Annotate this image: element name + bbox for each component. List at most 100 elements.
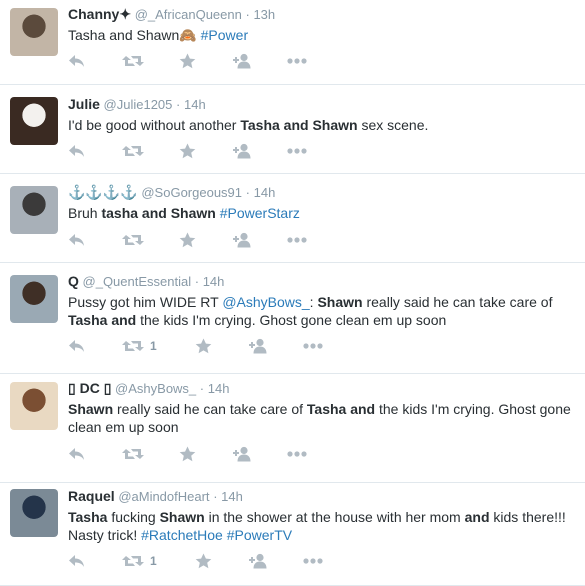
- text-segment: fucking: [107, 509, 160, 525]
- retweet-icon[interactable]: 1: [122, 337, 157, 355]
- retweet-icon[interactable]: [122, 231, 144, 249]
- separator-dot: ·: [199, 381, 205, 396]
- highlighted-term: Shawn: [68, 401, 114, 417]
- avatar[interactable]: [10, 97, 58, 145]
- highlighted-term: Tasha: [68, 509, 108, 525]
- text-segment: I'd be good without another: [68, 117, 241, 133]
- avatar[interactable]: [10, 8, 58, 56]
- more-icon[interactable]: [287, 445, 307, 463]
- tweet-header: Julie @Julie1205 · 14h: [68, 95, 575, 114]
- text-segment: Pussy got him WIDE RT: [68, 294, 223, 310]
- tweet-feed: Channy✦ @_AfricanQueenn · 13h Tasha and S…: [0, 0, 585, 586]
- follow-icon[interactable]: [233, 52, 253, 70]
- star-icon[interactable]: [179, 231, 196, 249]
- user-handle[interactable]: @_QuentEssential: [83, 274, 192, 289]
- highlighted-term: Shawn: [159, 509, 205, 525]
- tweet-content: Julie @Julie1205 · 14h I'd be good withou…: [68, 95, 575, 134]
- follow-icon[interactable]: [249, 552, 269, 570]
- text-segment: in the shower at the house with her mom: [204, 509, 465, 525]
- reply-icon[interactable]: [68, 142, 86, 160]
- tweet-text: Pussy got him WIDE RT @AshyBows_: Shawn …: [68, 293, 575, 329]
- tweet-timestamp[interactable]: 14h: [208, 381, 230, 396]
- separator-dot: ·: [245, 7, 250, 22]
- tweet-content: Channy✦ @_AfricanQueenn · 13h Tasha and S…: [68, 5, 575, 44]
- retweet-count: 1: [150, 554, 157, 568]
- user-fullname[interactable]: Q: [68, 273, 79, 289]
- follow-icon[interactable]: [233, 231, 253, 249]
- avatar[interactable]: [10, 489, 58, 537]
- user-handle[interactable]: @AshyBows_: [115, 381, 196, 396]
- tweet-text: Tasha fucking Shawn in the shower at the…: [68, 508, 575, 544]
- hashtag-link[interactable]: #Power: [201, 27, 248, 43]
- user-fullname[interactable]: ▯ DC ▯: [68, 380, 111, 396]
- tweet-content: Q @_QuentEssential · 14h Pussy got him WI…: [68, 272, 575, 329]
- tweet[interactable]: ⚓⚓⚓⚓ @SoGorgeous91 · 14h Bruh tasha and S…: [0, 174, 585, 263]
- tweet-header: ▯ DC ▯ @AshyBows_ · 14h: [68, 379, 575, 398]
- more-icon[interactable]: [303, 337, 323, 355]
- highlighted-term: and: [464, 509, 490, 525]
- reply-icon[interactable]: [68, 552, 86, 570]
- more-icon[interactable]: [287, 142, 307, 160]
- avatar[interactable]: [10, 382, 58, 430]
- star-icon[interactable]: [195, 552, 212, 570]
- retweet-icon[interactable]: 1: [122, 552, 157, 570]
- user-handle[interactable]: @aMindofHeart: [118, 489, 209, 504]
- reply-icon[interactable]: [68, 52, 86, 70]
- follow-icon[interactable]: [249, 337, 269, 355]
- tweet-timestamp[interactable]: 14h: [203, 274, 225, 289]
- text-segment: Bruh: [68, 205, 102, 221]
- tweet-text: Shawn really said he can take care of Ta…: [68, 400, 575, 436]
- tweet-text: Tasha and Shawn🙈 #Power: [68, 26, 575, 44]
- more-icon[interactable]: [303, 552, 323, 570]
- user-fullname[interactable]: Raquel: [68, 488, 115, 504]
- separator-dot: ·: [213, 489, 218, 504]
- user-handle[interactable]: @_AfricanQueenn: [135, 7, 242, 22]
- highlighted-term: Shawn: [317, 294, 363, 310]
- mention-link[interactable]: @AshyBows_: [222, 294, 309, 310]
- follow-icon[interactable]: [233, 445, 253, 463]
- retweet-icon[interactable]: [122, 52, 144, 70]
- user-fullname[interactable]: Julie: [68, 96, 100, 112]
- reply-icon[interactable]: [68, 445, 86, 463]
- highlighted-term: Tasha and Shawn: [240, 117, 358, 133]
- user-handle[interactable]: @SoGorgeous91: [141, 185, 242, 200]
- avatar[interactable]: [10, 186, 58, 234]
- tweet-text: I'd be good without another Tasha and Sh…: [68, 116, 575, 134]
- star-icon[interactable]: [195, 337, 212, 355]
- star-icon[interactable]: [179, 445, 196, 463]
- tweet[interactable]: Q @_QuentEssential · 14h Pussy got him WI…: [0, 263, 585, 374]
- user-handle[interactable]: @Julie1205: [104, 97, 173, 112]
- avatar[interactable]: [10, 275, 58, 323]
- tweet-content: ⚓⚓⚓⚓ @SoGorgeous91 · 14h Bruh tasha and S…: [68, 183, 575, 222]
- hashtag-link[interactable]: #PowerTV: [227, 527, 292, 543]
- more-icon[interactable]: [287, 231, 307, 249]
- tweet-content: ▯ DC ▯ @AshyBows_ · 14h Shawn really said…: [68, 379, 575, 436]
- text-segment: 🙈: [179, 27, 201, 43]
- follow-icon[interactable]: [233, 142, 253, 160]
- highlighted-term: tasha and Shawn: [101, 205, 216, 221]
- star-icon[interactable]: [179, 142, 196, 160]
- tweet-timestamp[interactable]: 13h: [253, 7, 275, 22]
- retweet-icon[interactable]: [122, 445, 144, 463]
- user-fullname[interactable]: ⚓⚓⚓⚓: [68, 184, 138, 200]
- tweet-timestamp[interactable]: 14h: [221, 489, 243, 504]
- tweet[interactable]: Raquel @aMindofHeart · 14h Tasha fucking …: [0, 483, 585, 586]
- hashtag-link[interactable]: #RatchetHoe: [141, 527, 223, 543]
- tweet[interactable]: ▯ DC ▯ @AshyBows_ · 14h Shawn really said…: [0, 374, 585, 483]
- tweet-header: Raquel @aMindofHeart · 14h: [68, 487, 575, 506]
- reply-icon[interactable]: [68, 231, 86, 249]
- reply-icon[interactable]: [68, 337, 86, 355]
- tweet-text: Bruh tasha and Shawn #PowerStarz: [68, 204, 575, 222]
- tweet-timestamp[interactable]: 14h: [254, 185, 276, 200]
- highlighted-term: Tasha and: [68, 312, 137, 328]
- retweet-icon[interactable]: [122, 142, 144, 160]
- text-segment: sex scene.: [357, 117, 429, 133]
- star-icon[interactable]: [179, 52, 196, 70]
- user-fullname[interactable]: Channy✦: [68, 6, 131, 22]
- hashtag-link[interactable]: #PowerStarz: [220, 205, 300, 221]
- text-segment: really said he can take care of: [362, 294, 553, 310]
- tweet[interactable]: Julie @Julie1205 · 14h I'd be good withou…: [0, 85, 585, 174]
- tweet[interactable]: Channy✦ @_AfricanQueenn · 13h Tasha and S…: [0, 0, 585, 85]
- tweet-timestamp[interactable]: 14h: [184, 97, 206, 112]
- more-icon[interactable]: [287, 52, 307, 70]
